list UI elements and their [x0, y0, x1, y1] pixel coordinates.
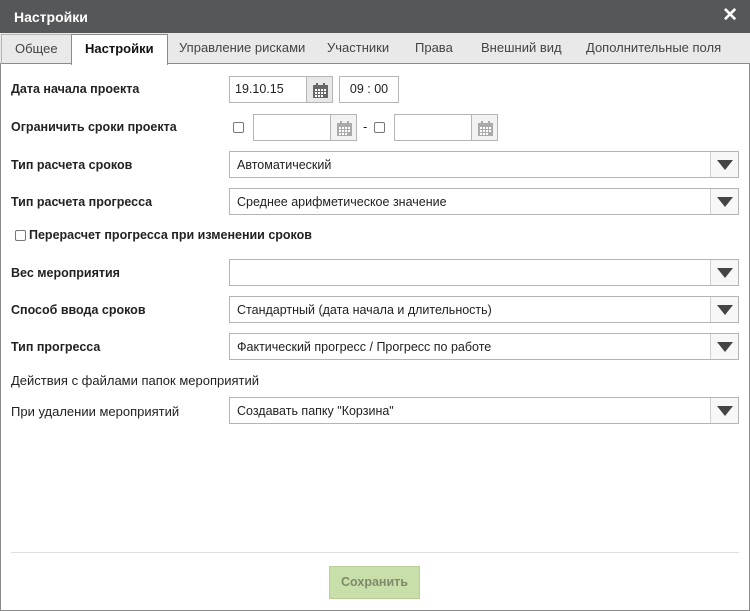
start-date-input[interactable]: 19.10.15 [229, 76, 307, 103]
limit-dates-separator: - [363, 119, 368, 134]
limit-dates-from-input[interactable] [253, 114, 331, 141]
term-calc-select[interactable]: Автоматический [229, 151, 739, 178]
calendar-icon [313, 83, 328, 98]
weight-select[interactable] [229, 259, 739, 286]
limit-dates-to-checkbox[interactable] [374, 122, 385, 133]
progress-calc-label: Тип расчета прогресса [11, 195, 153, 209]
start-date-label: Дата начала проекта [11, 82, 140, 96]
chevron-down-icon[interactable] [710, 152, 738, 177]
term-input-value: Стандартный (дата начала и длительность) [237, 303, 492, 317]
tab-participants[interactable]: Участники [327, 33, 389, 63]
progress-calc-value: Среднее арифметическое значение [237, 195, 447, 209]
progress-type-value: Фактический прогресс / Прогресс по работ… [237, 340, 492, 354]
tab-general[interactable]: Общее [1, 34, 72, 64]
files-section-heading: Действия с файлами папок мероприятий [11, 373, 260, 388]
recalc-progress-label[interactable]: Перерасчет прогресса при изменении сроко… [29, 228, 312, 242]
progress-type-label: Тип прогресса [11, 340, 101, 354]
tab-additional-fields[interactable]: Дополнительные поля [586, 33, 721, 63]
chevron-down-icon[interactable] [710, 334, 738, 359]
tab-settings[interactable]: Настройки [71, 34, 168, 65]
term-input-label: Способ ввода сроков [11, 303, 146, 317]
limit-dates-to-input[interactable] [394, 114, 472, 141]
start-time-input[interactable]: 09 : 00 [339, 76, 399, 103]
save-button[interactable]: Сохранить [329, 566, 420, 599]
tab-bar: Общее Настройки Управление рисками Участ… [0, 33, 750, 65]
weight-label: Вес мероприятия [11, 266, 120, 280]
tab-risk-management[interactable]: Управление рисками [179, 33, 305, 63]
calendar-icon [337, 121, 352, 136]
term-calc-label: Тип расчета сроков [11, 158, 133, 172]
on-delete-label: При удалении мероприятий [11, 404, 180, 419]
term-calc-value: Автоматический [237, 158, 332, 172]
limit-dates-from-checkbox[interactable] [233, 122, 244, 133]
start-date-calendar-button[interactable] [306, 76, 333, 103]
limit-dates-label: Ограничить сроки проекта [11, 120, 177, 134]
window-title: Настройки [14, 9, 88, 25]
on-delete-value: Создавать папку "Корзина" [237, 404, 394, 418]
calendar-icon [478, 121, 493, 136]
limit-dates-from-calendar-button[interactable] [330, 114, 357, 141]
progress-type-select[interactable]: Фактический прогресс / Прогресс по работ… [229, 333, 739, 360]
tab-appearance[interactable]: Внешний вид [481, 33, 562, 63]
close-icon[interactable]: ✕ [722, 6, 738, 26]
chevron-down-icon[interactable] [710, 297, 738, 322]
on-delete-select[interactable]: Создавать папку "Корзина" [229, 397, 739, 424]
footer-divider [11, 552, 739, 553]
chevron-down-icon[interactable] [710, 189, 738, 214]
chevron-down-icon[interactable] [710, 260, 738, 285]
term-input-select[interactable]: Стандартный (дата начала и длительность) [229, 296, 739, 323]
recalc-progress-checkbox[interactable] [15, 230, 26, 241]
tab-rights[interactable]: Права [415, 33, 453, 63]
limit-dates-to-calendar-button[interactable] [471, 114, 498, 141]
progress-calc-select[interactable]: Среднее арифметическое значение [229, 188, 739, 215]
chevron-down-icon[interactable] [710, 398, 738, 423]
window-titlebar: Настройки ✕ [0, 0, 750, 33]
